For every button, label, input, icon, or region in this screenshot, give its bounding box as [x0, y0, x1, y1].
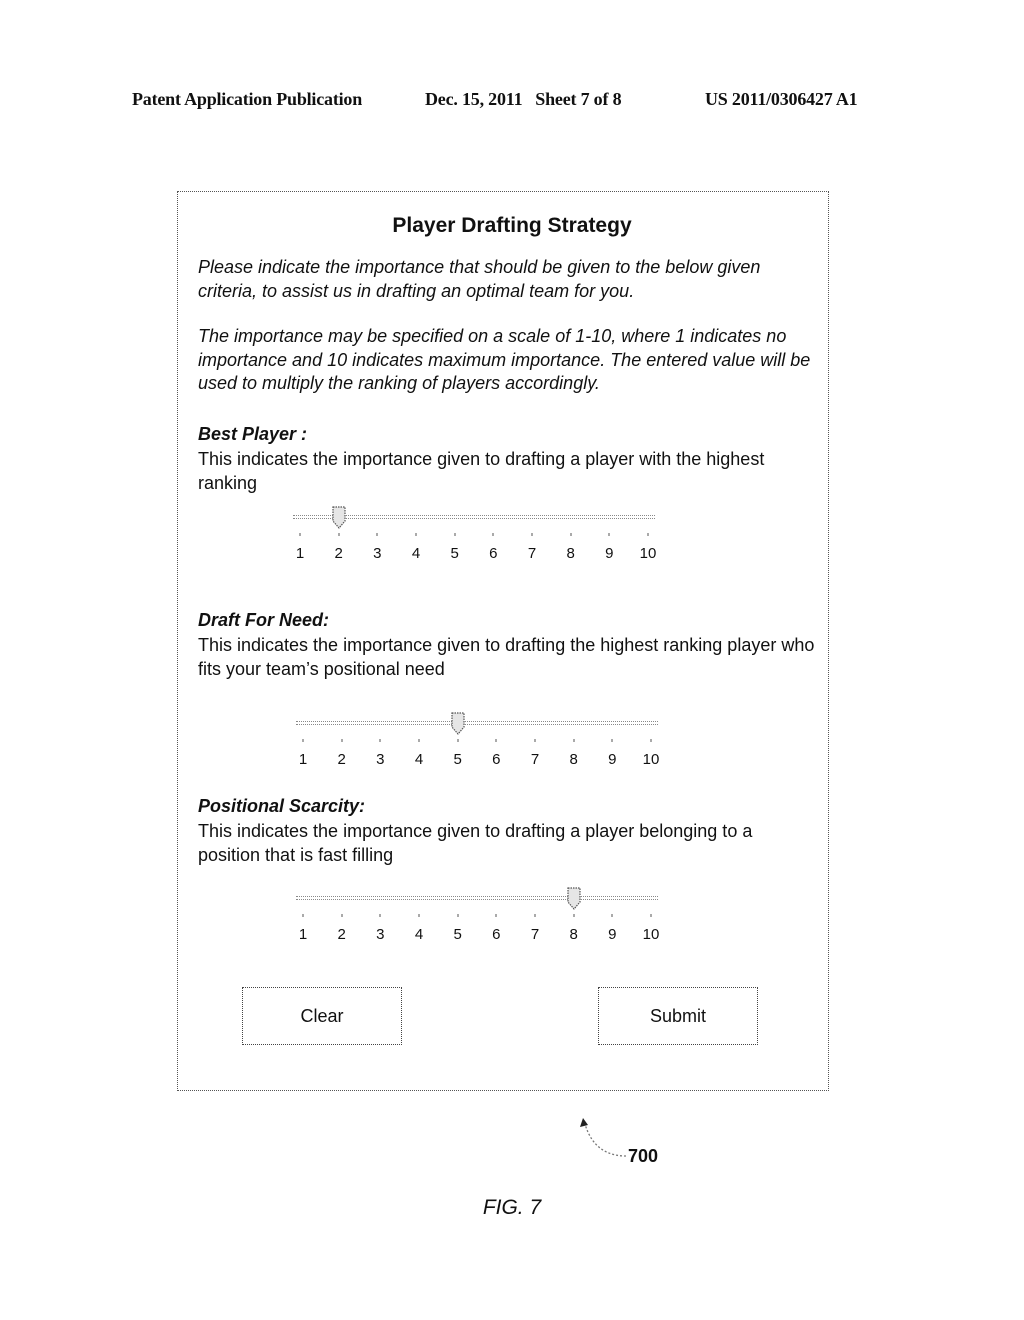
slider-tick-label: 1 [298, 751, 308, 768]
form-title: Player Drafting Strategy [392, 214, 632, 237]
criterion-title-draft-for-need: Draft For Need: [198, 610, 330, 630]
slider-tick [456, 739, 459, 742]
slider-tick-label: 3 [373, 545, 382, 562]
slider-tick [569, 533, 572, 536]
slider-tick-label: 9 [605, 545, 614, 562]
slider-tick-label: 4 [414, 751, 424, 768]
slider-tick [340, 914, 343, 917]
slider-tick-label: 10 [639, 545, 657, 562]
slider-tick [302, 739, 304, 742]
slider-tick [379, 739, 382, 742]
slider-tick [531, 533, 533, 536]
slider-tick-label: 5 [453, 751, 462, 768]
slider-tick-label: 8 [569, 751, 578, 768]
slider-tick [650, 914, 652, 917]
slider-tick-label: 7 [527, 545, 537, 562]
criterion-title-positional-scarcity: Positional Scarcity: [198, 796, 366, 816]
publication-label: Patent Application Publication [132, 89, 363, 109]
slider-tick [456, 914, 459, 917]
slider-track[interactable] [296, 721, 658, 725]
slider-tick-label: 7 [530, 751, 540, 768]
slider-tick [492, 533, 495, 536]
reference-numeral: 700 [628, 1146, 659, 1166]
criterion-desc-positional-scarcity: This indicates the importance given to d… [198, 821, 753, 865]
slider-tick [495, 914, 498, 917]
slider-tick-label: 9 [608, 751, 617, 768]
slider-tick-label: 7 [530, 926, 540, 943]
slider-tick [379, 914, 382, 917]
slider-tick [572, 739, 575, 742]
slider-tick [534, 739, 536, 742]
slider-tick-label: 1 [295, 545, 305, 562]
slider-tick [647, 533, 649, 536]
slider-tick [418, 739, 420, 742]
slider-tick [340, 739, 343, 742]
slider-tick [611, 739, 614, 742]
slider-tick-label: 5 [450, 545, 459, 562]
slider-tick-label: 6 [492, 926, 501, 943]
slider-tick-label: 2 [334, 545, 343, 562]
slider-thumb[interactable] [451, 712, 465, 736]
intro-paragraph-2: The importance may be specified on a sca… [198, 326, 811, 393]
slider-thumb[interactable] [332, 506, 346, 530]
intro-paragraph-1: Please indicate the importance that shou… [198, 257, 761, 301]
slider-tick-label: 10 [642, 926, 660, 943]
slider-tick-label: 1 [298, 926, 308, 943]
slider-tick [495, 739, 498, 742]
slider-tick-label: 2 [337, 751, 346, 768]
slider-tick [453, 533, 456, 536]
slider-tick [376, 533, 379, 536]
slider-track[interactable] [293, 515, 655, 519]
slider-positional-scarcity[interactable]: 1 2 3 4 5 6 7 8 9 10 [296, 887, 660, 949]
date-sheet-label: Dec. 15, 2011 Sheet 7 of 8 [425, 89, 622, 109]
slider-tick-label: 6 [489, 545, 498, 562]
slider-tick-label: 10 [642, 751, 660, 768]
slider-tick-label: 3 [376, 751, 385, 768]
slider-tick-label: 3 [376, 926, 385, 943]
slider-tick [608, 533, 611, 536]
submit-button[interactable]: Submit [598, 987, 758, 1045]
slider-tick [534, 914, 536, 917]
slider-best-player[interactable]: 1 2 3 4 5 6 7 8 9 10 [293, 506, 657, 568]
slider-tick-label: 4 [414, 926, 424, 943]
slider-tick-label: 4 [411, 545, 421, 562]
slider-tick [572, 914, 575, 917]
criterion-title-best-player: Best Player : [198, 424, 308, 444]
slider-tick-label: 8 [569, 926, 578, 943]
criterion-desc-best-player: This indicates the importance given to d… [198, 449, 765, 493]
slider-tick-label: 2 [337, 926, 346, 943]
slider-tick [650, 739, 652, 742]
clear-button[interactable]: Clear [242, 987, 402, 1045]
slider-draft-for-need[interactable]: 1 2 3 4 5 6 7 8 9 10 [296, 712, 660, 774]
slider-tick [611, 914, 614, 917]
slider-tick [337, 533, 340, 536]
slider-tick [415, 533, 417, 536]
slider-track[interactable] [296, 896, 658, 900]
figure-label: FIG. 7 [482, 1196, 542, 1219]
slider-tick [418, 914, 420, 917]
slider-tick-label: 5 [453, 926, 462, 943]
slider-tick-label: 9 [608, 926, 617, 943]
criterion-desc-draft-for-need: This indicates the importance given to d… [198, 635, 815, 679]
slider-thumb[interactable] [567, 887, 581, 911]
slider-tick-label: 6 [492, 751, 501, 768]
reference-arrow-icon [580, 1118, 627, 1157]
slider-tick-label: 8 [566, 545, 575, 562]
slider-tick [299, 533, 301, 536]
patent-number: US 2011/0306427 A1 [705, 89, 858, 109]
slider-tick [302, 914, 304, 917]
